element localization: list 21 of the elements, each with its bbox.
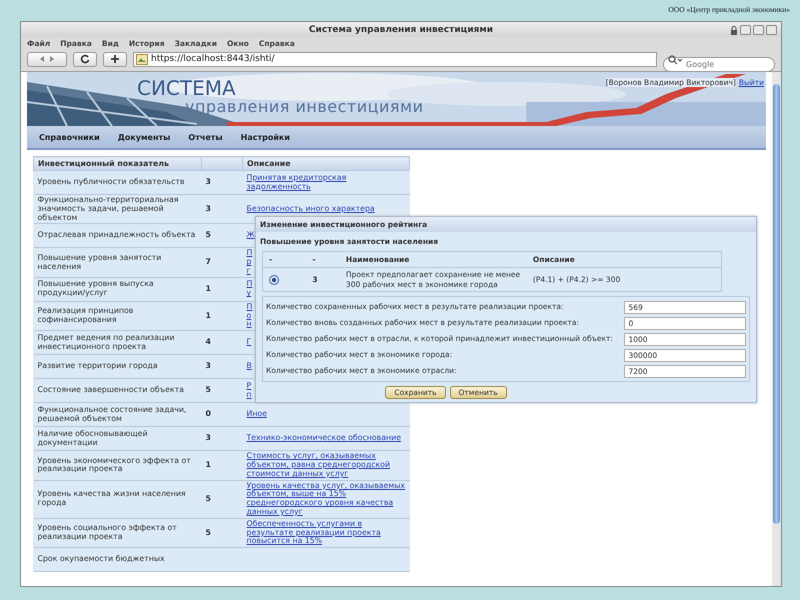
site-icon [136, 54, 148, 64]
address-field[interactable]: https://localhost:8443/ishti/ [133, 52, 657, 66]
lock-icon [730, 26, 738, 34]
reload-button[interactable] [73, 52, 97, 66]
scrollbar[interactable] [772, 72, 781, 586]
nav-item[interactable]: Настройки [240, 132, 290, 142]
nav-item[interactable]: Справочники [39, 132, 100, 142]
close-button[interactable] [766, 25, 777, 35]
window-title: Система управления инвестициями [308, 24, 494, 34]
maximize-button[interactable] [753, 25, 764, 35]
minimize-button[interactable] [740, 25, 751, 35]
search-icon [668, 54, 682, 64]
radio-button[interactable] [269, 274, 279, 284]
search-field[interactable]: Google [663, 56, 775, 72]
back-forward-buttons[interactable] [27, 52, 67, 66]
nav-item[interactable]: Отчеты [188, 132, 223, 142]
nav-item[interactable]: Документы [118, 132, 170, 142]
plus-icon [110, 54, 120, 64]
add-button[interactable] [103, 52, 127, 66]
reload-icon [80, 54, 90, 64]
banner-title: СИСТЕМА [137, 78, 237, 98]
